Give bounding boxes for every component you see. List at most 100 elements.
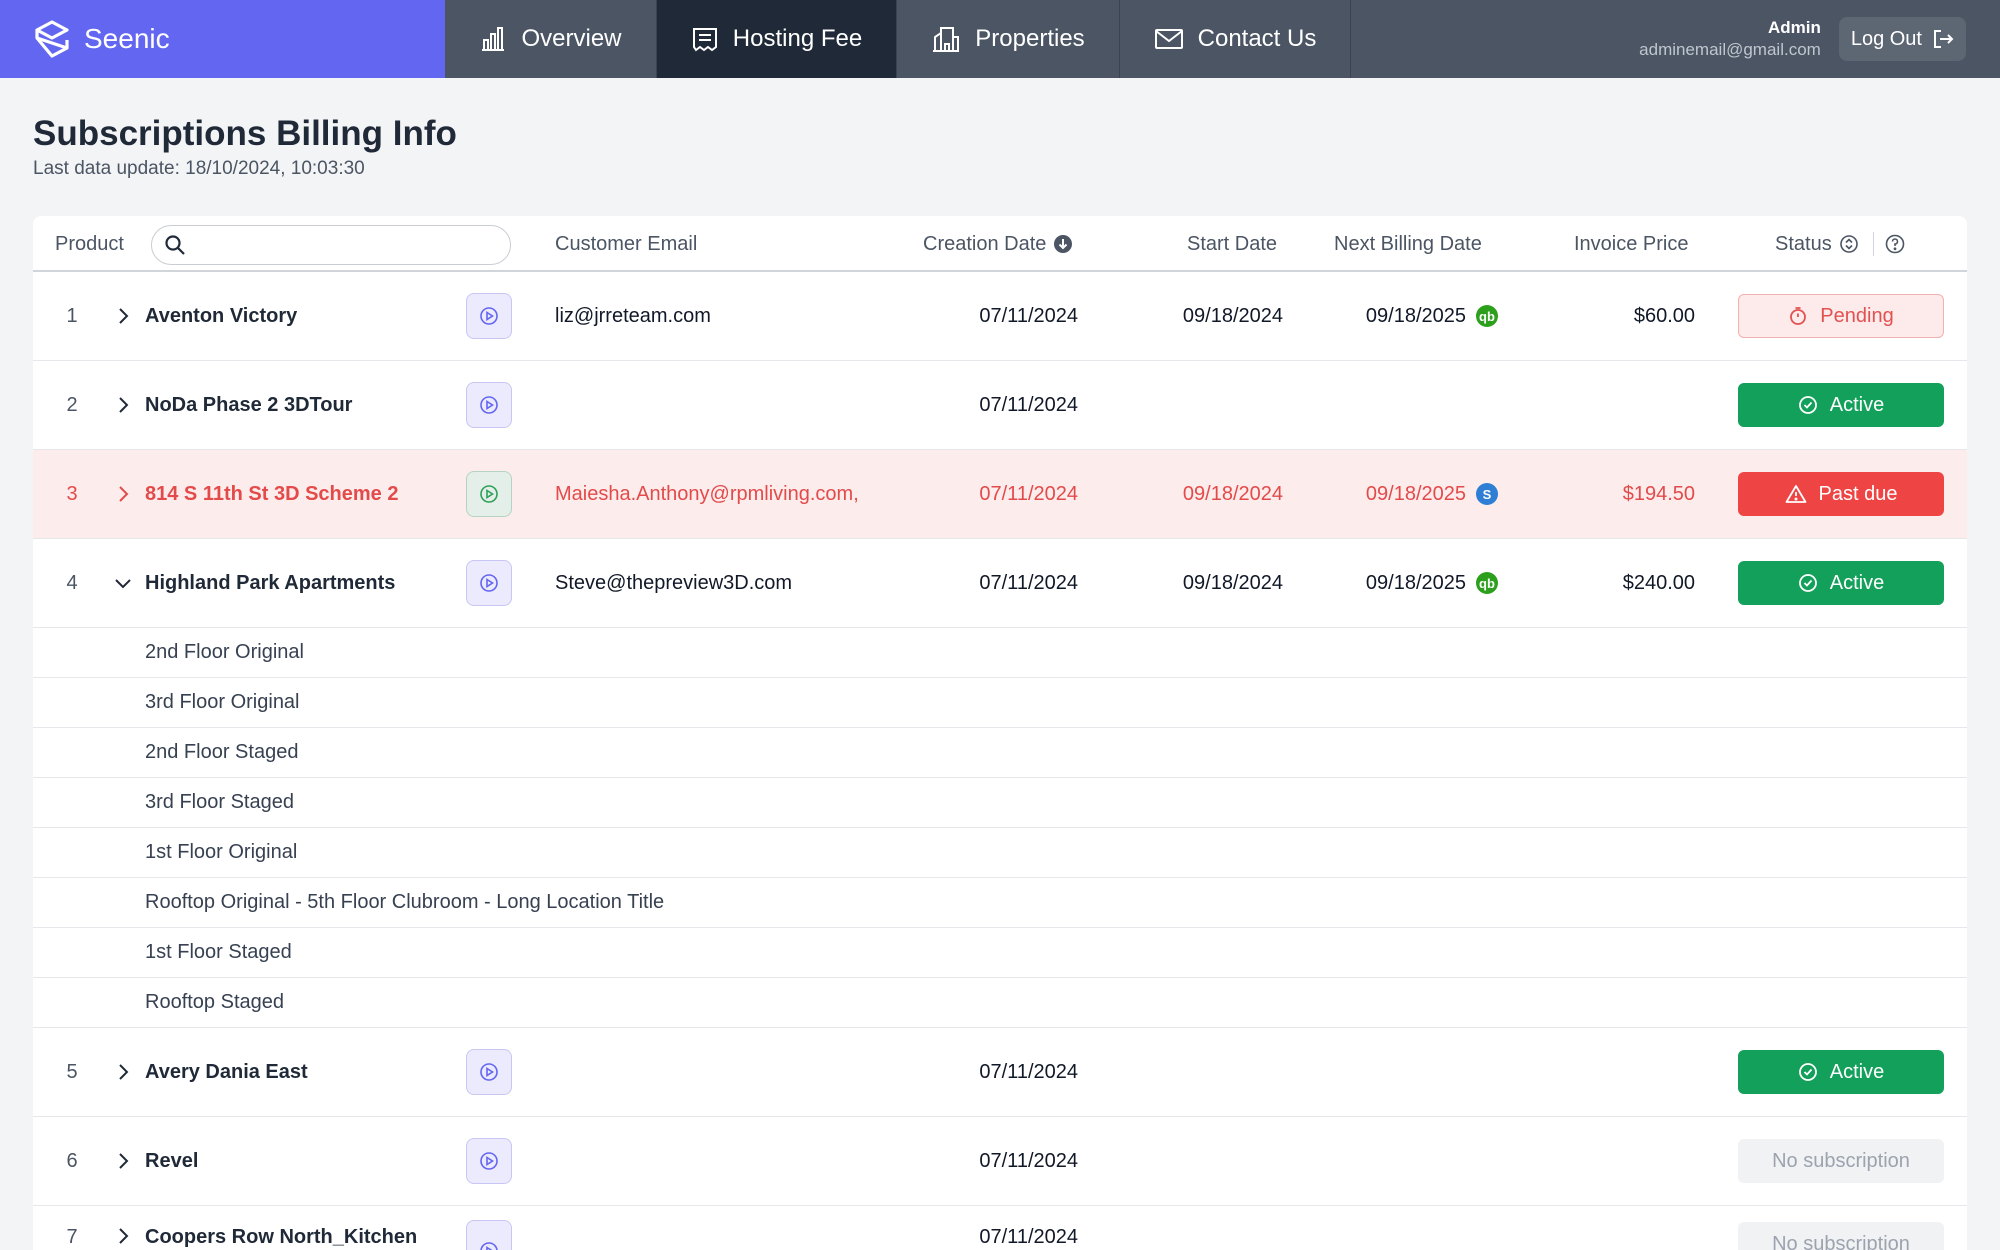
invoice-price: $60.00: [1633, 304, 1695, 327]
start-date: 09/18/2024: [1182, 571, 1283, 594]
row-index: 1: [66, 304, 78, 327]
play-tour-button[interactable]: [466, 1138, 512, 1184]
col-invoice-price: Invoice Price: [1574, 216, 1689, 272]
nav-hosting-fee[interactable]: Hosting Fee: [657, 0, 897, 78]
check-circle-icon: [1798, 574, 1817, 592]
status-label: Pending: [1820, 304, 1894, 327]
header-divider: [1873, 232, 1874, 256]
location-row: Rooftop Original - 5th Floor Clubroom - …: [33, 878, 1967, 928]
nav-properties[interactable]: Properties: [897, 0, 1120, 78]
search-input[interactable]: [196, 234, 496, 256]
mail-icon: [1154, 29, 1183, 49]
page-title: Subscriptions Billing Info: [33, 114, 457, 153]
product-name: NoDa Phase 2 3DTour: [145, 393, 353, 416]
chevron-down-icon: [115, 579, 131, 589]
table-row[interactable]: 5 Avery Dania East 07/11/2024 Active: [33, 1028, 1967, 1117]
collapse-button[interactable]: [111, 539, 135, 627]
play-tour-button[interactable]: [466, 560, 512, 606]
nav-contact-us[interactable]: Contact Us: [1120, 0, 1351, 78]
col-start-date-label: Start Date: [1187, 232, 1278, 255]
status-badge[interactable]: No subscription: [1738, 1222, 1944, 1250]
next-billing-date: 09/18/2025 S: [1323, 450, 1498, 538]
brand-name: Seenic: [84, 23, 170, 54]
status-badge[interactable]: Active: [1738, 383, 1944, 427]
row-index: 6: [66, 1149, 78, 1172]
next-billing-date-value: 09/18/2025: [1365, 571, 1466, 594]
col-email-label: Customer Email: [555, 232, 698, 255]
help-button[interactable]: [1885, 216, 1905, 272]
expand-button[interactable]: [111, 272, 135, 360]
billing-table: Product Customer Email Creation Date Sta…: [33, 216, 1967, 1250]
main-nav: Overview Hosting Fee Properties Contact …: [445, 0, 1351, 78]
logout-button[interactable]: Log Out: [1838, 17, 1966, 61]
location-row: 1st Floor Original: [33, 828, 1967, 878]
table-row[interactable]: 7 Coopers Row North_Kitchen 07/11/2024 N…: [33, 1206, 1967, 1250]
play-tour-button[interactable]: [466, 293, 512, 339]
nav-hosting-fee-label: Hosting Fee: [732, 25, 863, 52]
play-circle-icon: [480, 396, 498, 414]
next-billing-date: 09/18/2025 qb: [1323, 539, 1498, 627]
table-row[interactable]: 6 Revel 07/11/2024 No subscription: [33, 1117, 1967, 1206]
play-circle-icon: [480, 307, 498, 325]
location-row: 2nd Floor Original: [33, 628, 1967, 678]
receipt-icon: [692, 28, 717, 52]
expand-button[interactable]: [111, 1117, 135, 1205]
row-index: 5: [66, 1060, 78, 1083]
sort-toggle-icon[interactable]: [1839, 235, 1858, 253]
creation-date: 07/11/2024: [979, 482, 1078, 505]
col-next-billing-label: Next Billing Date: [1334, 232, 1482, 255]
creation-date: 07/11/2024: [979, 393, 1078, 416]
user-email: adminemail@gmail.com: [1639, 40, 1821, 59]
sort-desc-icon[interactable]: [1054, 235, 1073, 253]
col-next-billing: Next Billing Date: [1334, 216, 1482, 272]
search-box: [151, 225, 511, 265]
row-index: 4: [66, 571, 78, 594]
logout-label: Log Out: [1850, 27, 1922, 50]
status-badge[interactable]: No subscription: [1738, 1139, 1944, 1183]
table-row[interactable]: 2 NoDa Phase 2 3DTour 07/11/2024 Active: [33, 361, 1967, 450]
play-tour-button[interactable]: [466, 1049, 512, 1095]
user-area: Admin adminemail@gmail.com Log Out: [1639, 0, 2000, 78]
table-row[interactable]: 1 Aventon Victory liz@jrreteam.com 07/11…: [33, 272, 1967, 361]
nav-overview-label: Overview: [521, 25, 622, 52]
table-row[interactable]: 4 Highland Park Apartments Steve@theprev…: [33, 539, 1967, 628]
chevron-right-icon: [119, 1064, 129, 1080]
creation-date: 07/11/2024: [979, 1226, 1078, 1248]
table-row[interactable]: 3 814 S 11th St 3D Scheme 2 Maiesha.Anth…: [33, 450, 1967, 539]
status-badge[interactable]: Pending: [1738, 294, 1944, 338]
expand-button[interactable]: [111, 1028, 135, 1116]
stripe-icon: S: [1476, 483, 1498, 505]
brand-logo[interactable]: Seenic: [0, 0, 445, 78]
col-status[interactable]: Status: [1775, 216, 1858, 272]
expand-button[interactable]: [111, 1206, 135, 1250]
col-creation-date-label: Creation Date: [923, 232, 1047, 255]
product-name: Revel: [145, 1149, 199, 1172]
play-tour-button[interactable]: [466, 382, 512, 428]
invoice-price: $194.50: [1622, 482, 1695, 505]
expand-button[interactable]: [111, 450, 135, 538]
location-row: 1st Floor Staged: [33, 928, 1967, 978]
col-creation-date[interactable]: Creation Date: [923, 216, 1073, 272]
col-invoice-price-label: Invoice Price: [1574, 232, 1689, 255]
status-badge[interactable]: Active: [1738, 561, 1944, 605]
status-badge[interactable]: Active: [1738, 1050, 1944, 1094]
product-name: Avery Dania East: [145, 1060, 308, 1083]
row-index: 2: [66, 393, 78, 416]
check-circle-icon: [1798, 396, 1817, 414]
next-billing-date-value: 09/18/2025: [1365, 304, 1466, 327]
play-tour-button[interactable]: [466, 1220, 512, 1250]
row-index: 7: [66, 1226, 78, 1248]
customer-email: Maiesha.Anthony@rpmliving.com,: [555, 482, 859, 505]
product-name: Coopers Row North_Kitchen: [145, 1226, 418, 1248]
location-row: 3rd Floor Staged: [33, 778, 1967, 828]
chevron-right-icon: [119, 308, 129, 324]
play-tour-button[interactable]: [466, 471, 512, 517]
status-badge[interactable]: Past due: [1738, 472, 1944, 516]
check-circle-icon: [1798, 1063, 1817, 1081]
last-update-text: Last data update: 18/10/2024, 10:03:30: [33, 158, 365, 179]
chevron-right-icon: [119, 1153, 129, 1169]
play-circle-icon: [480, 574, 498, 592]
expand-button[interactable]: [111, 361, 135, 449]
status-label: Active: [1829, 393, 1885, 416]
nav-overview[interactable]: Overview: [445, 0, 657, 78]
